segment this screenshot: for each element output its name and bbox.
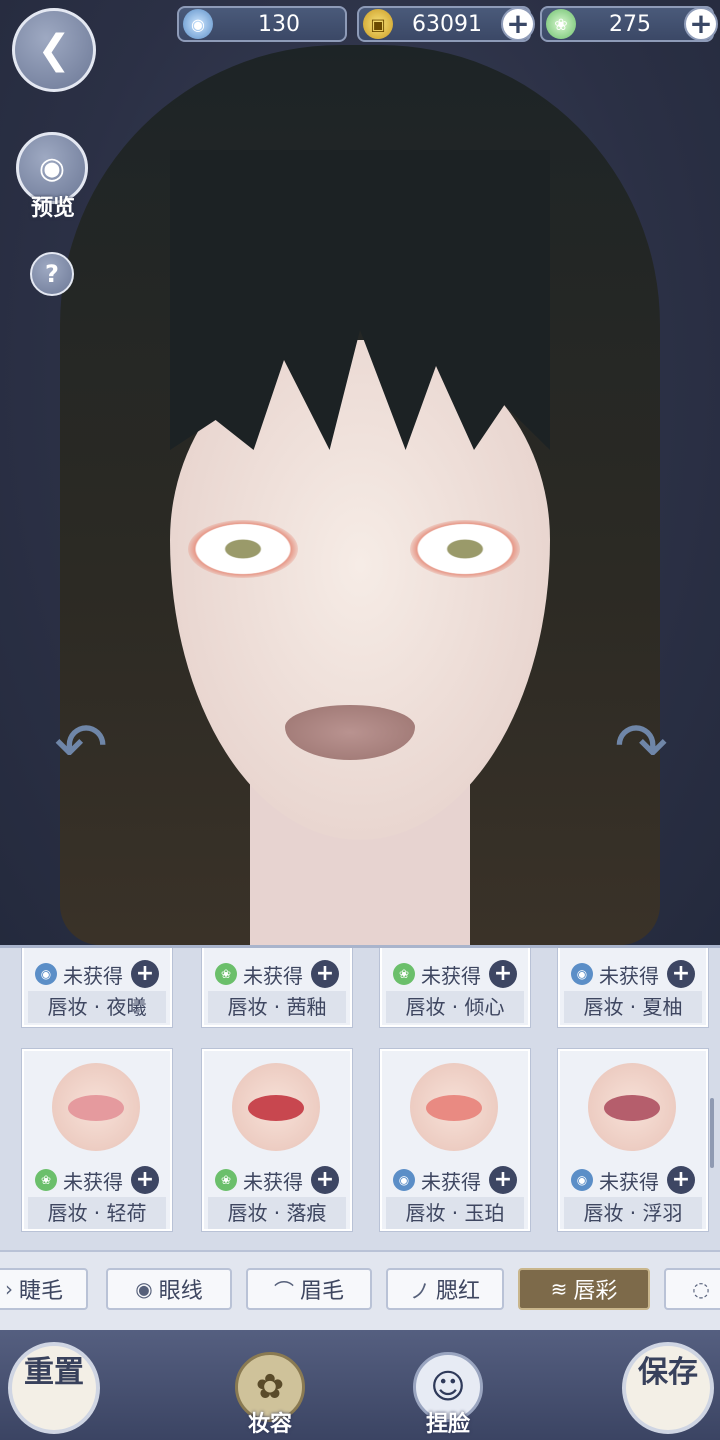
add-coin-button[interactable]: + xyxy=(501,7,535,41)
card-name: 唇妆 · 倾心 xyxy=(386,991,524,1023)
jade-orb-icon: ◉ xyxy=(571,1169,593,1191)
save-button[interactable]: 保存 xyxy=(622,1342,714,1434)
card-name: 唇妆 · 夜曦 xyxy=(28,991,166,1023)
card-status: ❀ 未获得 + xyxy=(204,959,350,989)
green-leaf-coin-icon: ❀ xyxy=(393,963,415,985)
green-leaf-coin-icon: ❀ xyxy=(35,1169,57,1191)
preview-label: 预览 xyxy=(30,195,75,221)
tab-eyelash[interactable]: › 睫毛 xyxy=(0,1268,88,1310)
lip-card[interactable]: ❀ 未获得 + 唇妆 · 倾心 xyxy=(380,948,530,1027)
help-button[interactable]: ? xyxy=(30,252,74,296)
tab-more[interactable]: ◌ xyxy=(664,1268,720,1310)
card-status: ◉ 未获得 + xyxy=(382,1165,528,1195)
green-leaf-coin-icon: ❀ xyxy=(215,1169,237,1191)
lip-card[interactable]: ◉ 未获得 + 唇妆 · 浮羽 xyxy=(558,1049,708,1231)
blush-icon: ノ xyxy=(409,1278,430,1303)
eyelash-icon: › xyxy=(4,1277,13,1301)
jade-orb-icon: ◉ xyxy=(35,963,57,985)
card-name: 唇妆 · 浮羽 xyxy=(564,1197,702,1229)
jade-orb-icon: ◉ xyxy=(183,9,213,39)
nav-face-sculpt[interactable]: ☺ 捏脸 xyxy=(408,1352,488,1438)
add-button[interactable]: + xyxy=(667,960,695,988)
lip-card[interactable]: ◉ 未获得 + 唇妆 · 夏柚 xyxy=(558,948,708,1027)
add-button[interactable]: + xyxy=(667,1166,695,1194)
eye-icon: ◉ xyxy=(135,1277,153,1301)
add-button[interactable]: + xyxy=(131,1166,159,1194)
bottom-bar: 重置 ✿ 妆容 ☺ 捏脸 保存 xyxy=(0,1330,720,1440)
green-leaf-coin-icon: ❀ xyxy=(546,9,576,39)
currency-coin-value: 63091 xyxy=(412,11,482,37)
green-leaf-coin-icon: ❀ xyxy=(215,963,237,985)
help-icon: ? xyxy=(45,260,59,288)
lip-swatch xyxy=(426,1095,482,1121)
tab-blush[interactable]: ノ腮红 xyxy=(386,1268,504,1310)
back-button[interactable]: ❮ xyxy=(12,8,96,92)
lip-preview xyxy=(410,1063,498,1151)
card-status: ❀ 未获得 + xyxy=(24,1165,170,1195)
card-name: 唇妆 · 落痕 xyxy=(208,1197,346,1229)
currency-jade: ◉ 130 xyxy=(177,6,347,42)
eyebrow-icon: ⌒ xyxy=(273,1278,294,1303)
currency-coin: ▣ 63091 + xyxy=(357,6,535,42)
lip-palette-panel: ◉ 未获得 + 唇妆 · 夜曦 ❀ 未获得 + 唇妆 · 茜釉 ❀ 未获得 + 唇妆 · 倾… xyxy=(0,945,720,1250)
lip-preview xyxy=(52,1063,140,1151)
currency-leaf: ❀ 275 + xyxy=(540,6,718,42)
card-status: ❀ 未获得 + xyxy=(382,959,528,989)
lip-swatch xyxy=(604,1095,660,1121)
add-button[interactable]: + xyxy=(489,960,517,988)
lip-card[interactable]: ◉ 未获得 + 唇妆 · 玉珀 xyxy=(380,1049,530,1231)
lip-swatch xyxy=(248,1095,304,1121)
lip-swatch xyxy=(68,1095,124,1121)
lip-preview xyxy=(588,1063,676,1151)
currency-leaf-value: 275 xyxy=(609,11,651,37)
card-status: ❀ 未获得 + xyxy=(204,1165,350,1195)
reset-button[interactable]: 重置 xyxy=(8,1342,100,1434)
lip-card[interactable]: ◉ 未获得 + 唇妆 · 夜曦 xyxy=(22,948,172,1027)
character-right-eye xyxy=(410,520,520,578)
circle-icon: ◌ xyxy=(692,1277,710,1301)
jade-orb-icon: ◉ xyxy=(571,963,593,985)
character-left-eye xyxy=(188,520,298,578)
makeup-category-tabs: › 睫毛 ◉ 眼线 ⌒ 眉毛 ノ腮红 ≋ 唇彩 ◌ xyxy=(0,1250,720,1330)
nav-makeup[interactable]: ✿ 妆容 xyxy=(230,1352,310,1438)
card-name: 唇妆 · 茜釉 xyxy=(208,991,346,1023)
rotate-left-icon[interactable]: ↶ xyxy=(36,712,126,782)
add-button[interactable]: + xyxy=(489,1166,517,1194)
jade-orb-icon: ◉ xyxy=(393,1169,415,1191)
add-button[interactable]: + xyxy=(311,1166,339,1194)
nav-face-label: 捏脸 xyxy=(425,1411,470,1437)
currency-jade-value: 130 xyxy=(258,11,300,37)
lip-card[interactable]: ❀ 未获得 + 唇妆 · 轻荷 xyxy=(22,1049,172,1231)
copper-coin-icon: ▣ xyxy=(363,9,393,39)
character-viewport[interactable]: ↶ ↷ ◉ 130 ▣ 63091 + ❀ 275 + ❮ ◉ 预览 ? xyxy=(0,0,720,945)
tab-lipstick[interactable]: ≋ 唇彩 xyxy=(518,1268,650,1310)
lip-card[interactable]: ❀ 未获得 + 唇妆 · 茜釉 xyxy=(202,948,352,1027)
card-status: ◉ 未获得 + xyxy=(560,959,706,989)
nav-makeup-label: 妆容 xyxy=(247,1411,292,1437)
lip-card[interactable]: ❀ 未获得 + 唇妆 · 落痕 xyxy=(202,1049,352,1231)
butterfly-back-icon: ❮ xyxy=(37,27,71,73)
eye-icon: ◉ xyxy=(38,150,66,186)
add-leaf-button[interactable]: + xyxy=(684,7,718,41)
card-name: 唇妆 · 夏柚 xyxy=(564,991,702,1023)
card-name: 唇妆 · 轻荷 xyxy=(28,1197,166,1229)
card-name: 唇妆 · 玉珀 xyxy=(386,1197,524,1229)
tab-eyeliner[interactable]: ◉ 眼线 xyxy=(106,1268,232,1310)
lips-icon: ≋ xyxy=(550,1277,568,1301)
lip-preview xyxy=(232,1063,320,1151)
tab-eyebrow[interactable]: ⌒ 眉毛 xyxy=(246,1268,372,1310)
palette-scrollbar[interactable] xyxy=(710,1098,714,1168)
add-button[interactable]: + xyxy=(311,960,339,988)
card-status: ◉ 未获得 + xyxy=(560,1165,706,1195)
add-button[interactable]: + xyxy=(131,960,159,988)
rotate-right-icon[interactable]: ↷ xyxy=(596,712,686,782)
card-status: ◉ 未获得 + xyxy=(24,959,170,989)
